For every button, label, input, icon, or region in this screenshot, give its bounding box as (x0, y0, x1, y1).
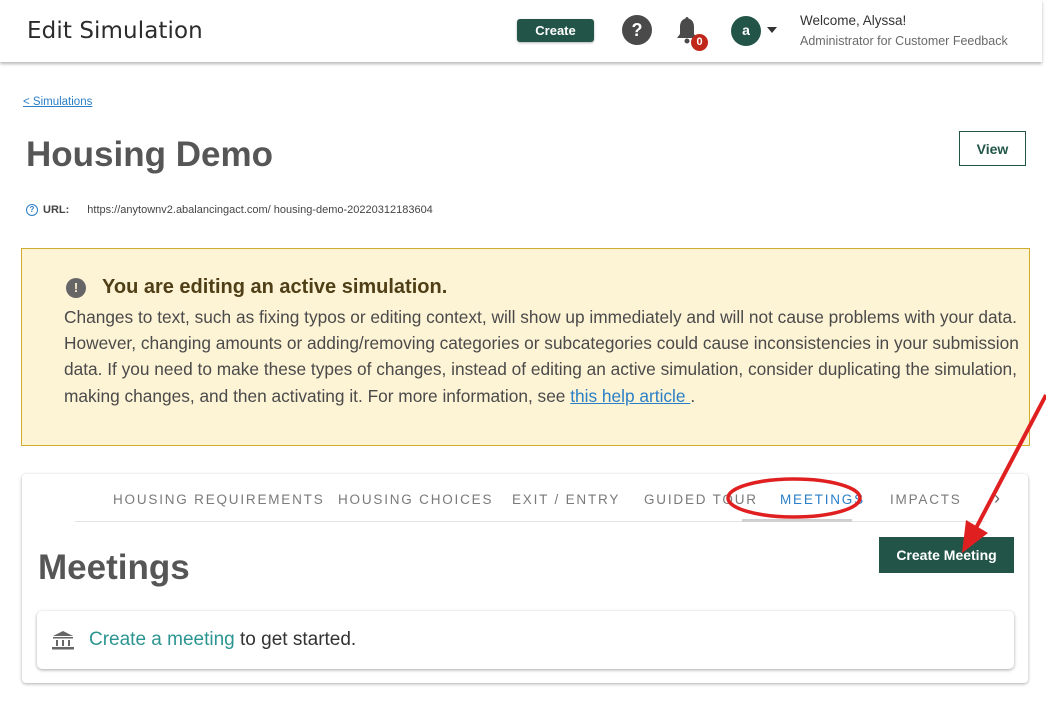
tab-guided-tour[interactable]: GUIDED TOUR (644, 492, 758, 507)
create-meeting-button[interactable]: Create Meeting (879, 537, 1014, 573)
alert-title: You are editing an active simulation. (102, 276, 448, 298)
url-label: URL: (43, 204, 70, 216)
tab-bar: HOUSING REQUIREMENTS HOUSING CHOICES EXI… (75, 474, 985, 522)
url-row: ? URL: https://anytownv2.abalancingact.c… (26, 204, 433, 216)
chevron-down-icon[interactable] (767, 27, 777, 33)
bank-icon (52, 631, 74, 650)
view-button[interactable]: View (959, 131, 1026, 166)
page-title: Housing Demo (26, 135, 273, 174)
create-button[interactable]: Create (517, 19, 594, 42)
active-simulation-alert: ! You are editing an active simulation. … (21, 248, 1030, 446)
help-article-link[interactable]: this help article (570, 386, 690, 406)
alert-text: Changes to text, such as fixing typos or… (64, 307, 1019, 406)
help-circle-icon[interactable]: ? (26, 204, 38, 216)
exclamation-icon: ! (66, 277, 86, 298)
top-bar: Edit Simulation Create ? 0 a Welcome, Al… (0, 0, 1042, 62)
tab-impacts[interactable]: IMPACTS (890, 492, 962, 507)
tab-housing-requirements[interactable]: HOUSING REQUIREMENTS (113, 492, 325, 507)
chevron-right-icon[interactable]: › (994, 488, 1000, 509)
avatar[interactable]: a (731, 16, 761, 46)
app-title: Edit Simulation (27, 18, 203, 44)
breadcrumb-simulations[interactable]: < Simulations (23, 96, 92, 108)
tab-housing-choices[interactable]: HOUSING CHOICES (338, 492, 493, 507)
create-meeting-link[interactable]: Create a meeting (89, 629, 235, 650)
help-icon[interactable]: ? (622, 15, 652, 45)
tab-meetings[interactable]: MEETINGS (780, 492, 865, 507)
active-tab-indicator (742, 519, 852, 522)
simulation-editor-card: HOUSING REQUIREMENTS HOUSING CHOICES EXI… (22, 474, 1028, 683)
meetings-title: Meetings (38, 548, 190, 587)
url-value: https://anytownv2.abalancingact.com/ hou… (87, 204, 433, 216)
user-role: Administrator for Customer Feedback (800, 34, 1008, 48)
notification-badge: 0 (691, 34, 708, 51)
empty-state-text: Create a meeting to get started. (89, 629, 356, 651)
tab-exit-entry[interactable]: EXIT / ENTRY (512, 492, 620, 507)
empty-suffix: to get started. (234, 629, 357, 650)
alert-end: . (690, 385, 696, 406)
alert-body: Changes to text, such as fixing typos or… (64, 304, 1019, 409)
empty-state: Create a meeting to get started. (37, 611, 1014, 669)
welcome-text: Welcome, Alyssa! (800, 13, 907, 28)
